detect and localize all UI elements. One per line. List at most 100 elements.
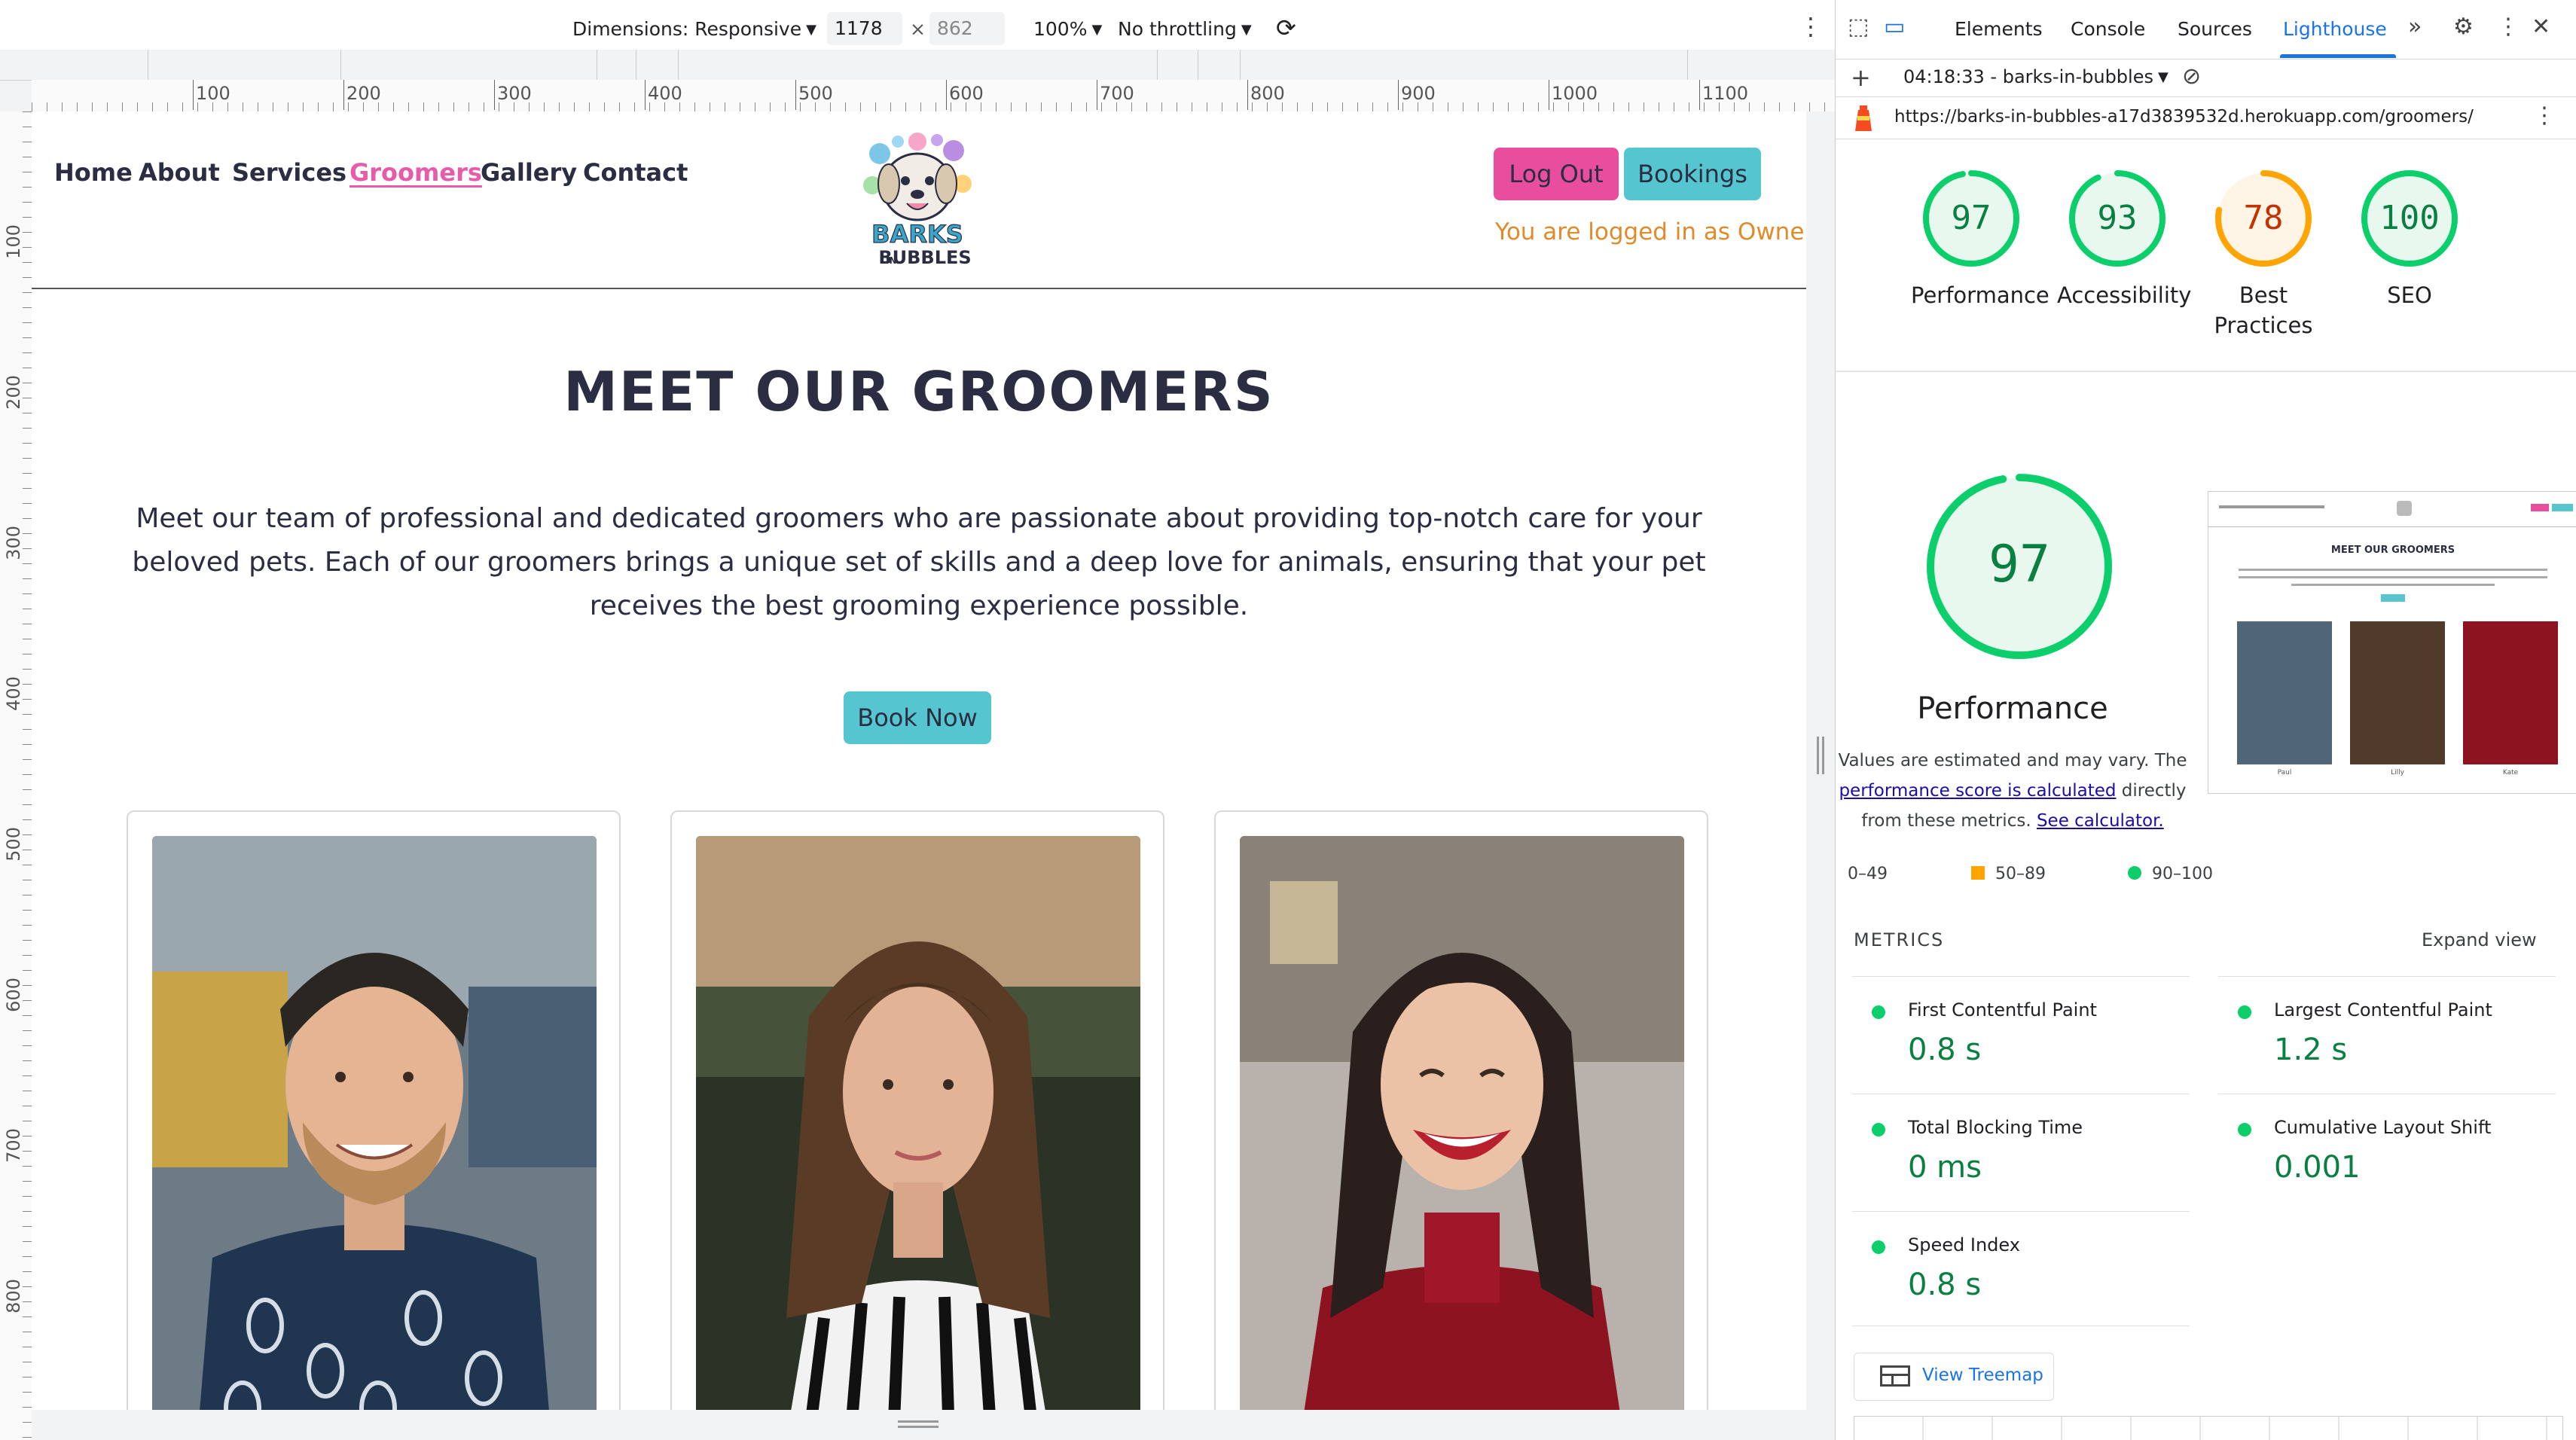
- ruler-label: 600: [946, 80, 984, 110]
- device-toolbar-icon[interactable]: ▭: [1884, 14, 1905, 40]
- metric-value: 0.8 s: [1908, 1268, 1982, 1302]
- more-options-icon[interactable]: ⋮: [1799, 12, 1823, 41]
- nav-services[interactable]: Services: [232, 158, 346, 187]
- nav-home[interactable]: Home: [54, 158, 133, 187]
- times-sign: ×: [910, 18, 926, 40]
- score-gauge-accessibility[interactable]: 93 Accessibility: [2057, 167, 2192, 310]
- logo-text-barks: BARKS: [871, 220, 963, 249]
- ruler-label: 200: [3, 375, 24, 410]
- ruler-label: 400: [645, 80, 682, 110]
- score-ring: 97: [1923, 170, 2019, 267]
- legend-average: 50–89: [1995, 865, 2046, 883]
- score-label: Performance: [1911, 282, 2050, 308]
- metric-value: 0 ms: [1908, 1150, 1982, 1185]
- score-gauge-best-practices[interactable]: 78 Best Practices: [2203, 167, 2324, 340]
- rotate-icon[interactable]: ⟳: [1276, 14, 1296, 42]
- caret-down-icon: ▼: [1091, 22, 1103, 38]
- score-calculation-link[interactable]: performance score is calculated: [1839, 781, 2116, 801]
- device-emulation-pane: Dimensions: Responsive ▼ 1178 × 862 100% ▼…: [0, 0, 1835, 1440]
- see-calculator-link[interactable]: See calculator.: [2037, 811, 2164, 831]
- ruler-label: 300: [3, 526, 24, 560]
- metric-label: First Contentful Paint: [1908, 999, 2097, 1021]
- vertical-resize-handle[interactable]: [1806, 111, 1835, 1440]
- caret-down-icon: ▼: [1241, 22, 1252, 38]
- ruler-label: 400: [3, 676, 24, 711]
- score-label: SEO: [2387, 282, 2432, 308]
- score-gauge-performance[interactable]: 97 Performance: [1911, 167, 2050, 310]
- treemap-icon: [1880, 1365, 1910, 1387]
- score-ring: 78: [2215, 170, 2312, 267]
- intro-paragraph: Meet our team of professional and dedica…: [132, 503, 1706, 621]
- thumbnail-name: Kate: [2502, 769, 2519, 776]
- score-label: Accessibility: [2057, 282, 2192, 308]
- tab-console[interactable]: Console: [2071, 18, 2145, 40]
- report-selector[interactable]: 04:18:33 - barks-in-bubbles ▼: [1903, 66, 2169, 87]
- ruler-label: 800: [1247, 80, 1285, 110]
- width-input[interactable]: 1178: [827, 12, 902, 45]
- clear-reports-icon[interactable]: ⊘: [2182, 63, 2201, 90]
- ruler-label: 1000: [1548, 80, 1598, 110]
- lighthouse-toolbar: + 04:18:33 - barks-in-bubbles ▼ ⊘: [1836, 59, 2576, 97]
- ruler-label: 800: [3, 1279, 24, 1313]
- zoom-value: 100%: [1033, 18, 1088, 40]
- metric-label: Cumulative Layout Shift: [2274, 1117, 2492, 1138]
- more-options-icon[interactable]: ⋮: [2533, 102, 2556, 129]
- groomer-photo-woman-red: [1240, 836, 1684, 1410]
- final-screenshot-thumbnail[interactable]: MEET OUR GROOMERS Paul Lilly Kate: [2208, 491, 2576, 794]
- score-value: 78: [2244, 199, 2284, 237]
- score-gauge-seo[interactable]: 100 SEO: [2349, 167, 2470, 310]
- logged-in-status: You are logged in as Owner: [1495, 218, 1806, 246]
- nav-about[interactable]: About: [139, 158, 220, 187]
- pass-dot-icon: [1872, 1123, 1885, 1136]
- metric-label: Speed Index: [1908, 1234, 2020, 1255]
- groomer-card: [1214, 810, 1708, 1410]
- groomer-card: [127, 810, 621, 1410]
- bookings-button[interactable]: Bookings: [1624, 148, 1761, 200]
- throttling-dropdown[interactable]: No throttling ▼: [1118, 18, 1252, 40]
- tab-sources[interactable]: Sources: [2178, 18, 2252, 40]
- more-tabs-icon[interactable]: »: [2408, 14, 2422, 40]
- nav-groomers[interactable]: Groomers: [349, 158, 482, 187]
- logout-button[interactable]: Log Out: [1494, 148, 1619, 200]
- view-treemap-button[interactable]: View Treemap: [1854, 1353, 2054, 1401]
- webpage-viewport: Home About Services Groomers Gallery Con…: [32, 111, 1806, 1410]
- note-text: Values are estimated and may vary. The: [1838, 751, 2187, 770]
- ruler-label: 100: [3, 224, 24, 259]
- report-label: 04:18:33 - barks-in-bubbles: [1903, 66, 2153, 87]
- active-tab-indicator: [2280, 54, 2396, 58]
- horizontal-resize-handle[interactable]: [32, 1410, 1806, 1440]
- lighthouse-icon: [1855, 105, 1872, 131]
- metric-largest-contentful-paint: Largest Contentful Paint 1.2 s: [2218, 976, 2556, 1093]
- logo-text-bubbles: BUBBLES: [878, 247, 971, 268]
- settings-gear-icon[interactable]: ⚙: [2453, 14, 2474, 40]
- more-options-icon[interactable]: ⋮: [2497, 14, 2520, 40]
- height-input[interactable]: 862: [929, 12, 1005, 45]
- filmstrip: [1854, 1416, 2563, 1440]
- thumbnail-title: MEET OUR GROOMERS: [2330, 545, 2455, 556]
- zoom-dropdown[interactable]: 100% ▼: [1033, 18, 1102, 40]
- caret-down-icon: ▼: [806, 22, 816, 38]
- nav-gallery[interactable]: Gallery: [481, 158, 577, 187]
- nav-contact[interactable]: Contact: [583, 158, 688, 187]
- expand-view-toggle[interactable]: Expand view: [2422, 929, 2537, 950]
- media-query-bar: [0, 50, 1835, 81]
- book-now-button[interactable]: Book Now: [844, 691, 991, 744]
- close-icon[interactable]: ✕: [2532, 14, 2550, 40]
- metric-label: Largest Contentful Paint: [2274, 999, 2492, 1021]
- legend-fail: 0–49: [1848, 865, 1888, 883]
- caret-down-icon: ▼: [2157, 69, 2169, 85]
- vertical-ruler: 100 200 300 400 500 600 700 800: [0, 111, 32, 1440]
- ruler-label: 500: [3, 827, 24, 862]
- ruler-label: 700: [1097, 80, 1134, 110]
- tab-elements[interactable]: Elements: [1955, 18, 2043, 40]
- inspect-element-icon[interactable]: ⬚: [1848, 14, 1869, 40]
- audited-url[interactable]: https://barks-in-bubbles-a17d3839532d.he…: [1894, 107, 2474, 127]
- new-report-plus-icon[interactable]: +: [1851, 63, 1871, 92]
- tab-lighthouse[interactable]: Lighthouse: [2283, 18, 2387, 40]
- treemap-label: View Treemap: [1922, 1365, 2043, 1385]
- score-value: 97: [1952, 199, 1992, 237]
- dimensions-dropdown[interactable]: Dimensions: Responsive ▼: [572, 18, 816, 40]
- page-title: MEET OUR GROOMERS: [563, 360, 1274, 423]
- metric-total-blocking-time: Total Blocking Time 0 ms: [1852, 1094, 2190, 1210]
- barks-in-bubbles-logo[interactable]: BARKS IN BUBBLES: [857, 131, 978, 270]
